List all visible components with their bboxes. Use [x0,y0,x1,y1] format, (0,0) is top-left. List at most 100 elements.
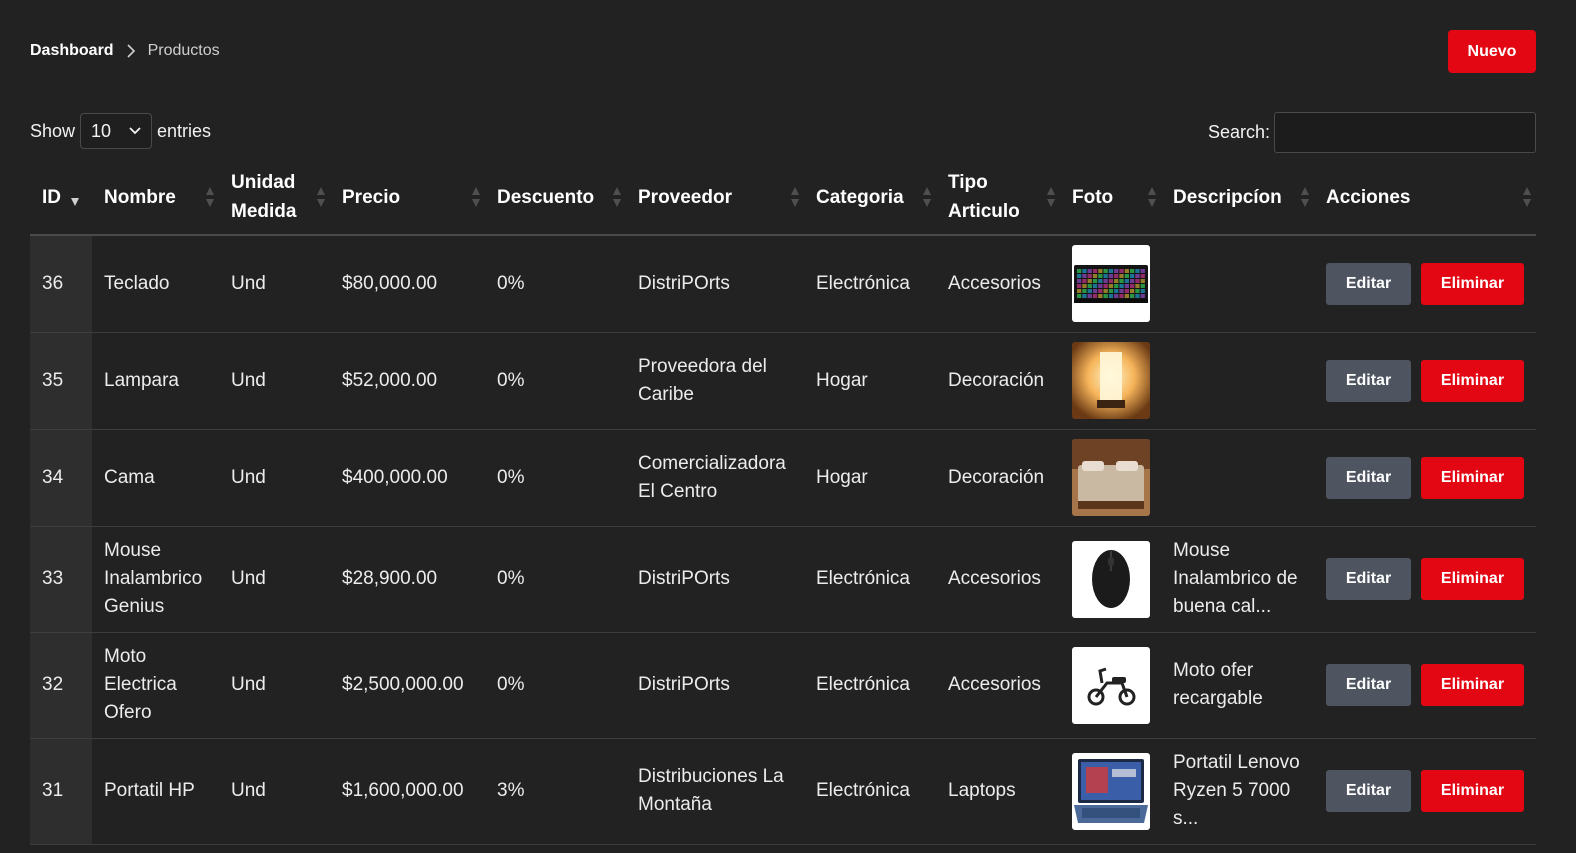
delete-button[interactable]: Eliminar [1421,359,1524,402]
table-row: 32 Moto Electrica Ofero Und $2,500,000.00 0%… [30,632,1536,739]
search-label: Search: [1207,122,1270,142]
product-photo[interactable] [1072,342,1150,419]
new-product-button[interactable]: Nuevo [1448,30,1536,73]
cell-precio: $80,000.00 [330,235,485,333]
cell-descuento: 0% [485,332,626,430]
cell-id: 33 [30,526,92,633]
table-header-row: ID Nombre Unidad Medida Precio Descuento Prov… [30,160,1536,236]
cell-foto [1060,235,1161,333]
column-header-acciones[interactable]: Acciones [1314,160,1536,236]
entries-label: entries [157,120,212,141]
sort-desc-icon[interactable] [70,186,80,208]
table-row: 34 Cama Und $400,000.00 0% Comercializadora E… [30,429,1536,527]
edit-button[interactable]: Editar [1326,456,1411,499]
cell-descuento: 0% [485,429,626,527]
cell-tipo: Accesorios [936,235,1060,333]
column-header-id[interactable]: ID [30,160,92,236]
cell-precio: $2,500,000.00 [330,632,485,739]
cell-nombre: Mouse Inalambrico Genius [92,526,219,633]
delete-button[interactable]: Eliminar [1421,558,1524,600]
entries-select[interactable]: 10 [80,113,153,149]
cell-unidad: Und [219,526,330,633]
column-header-label: Tipo Articulo [948,172,1020,222]
sort-icon[interactable] [922,186,932,208]
description-text: Portatil Lenovo Ryzen 5 7000 s... [1173,752,1300,829]
cell-tipo: Laptops [936,738,1060,845]
column-header-foto[interactable]: Foto [1060,160,1161,236]
column-header-descuento[interactable]: Descuento [485,160,626,236]
cell-descuento: 0% [485,235,626,333]
column-header-label: Nombre [104,186,176,208]
column-header-label: Descuento [497,186,595,208]
product-photo[interactable] [1072,439,1150,516]
product-photo[interactable] [1072,245,1150,323]
edit-button[interactable]: Editar [1326,359,1411,402]
product-photo[interactable] [1072,752,1150,830]
cell-foto [1060,429,1161,527]
cell-descripcion: Mouse Inalambrico de buena cal... [1161,526,1314,633]
cell-descripcion [1161,332,1314,430]
delete-button[interactable]: Eliminar [1421,262,1524,305]
column-header-label: Foto [1072,186,1114,208]
cell-unidad: Und [219,332,330,430]
products-page: Dashboard Productos Nuevo Show 10 entrie… [0,0,1576,853]
cell-tipo: Accesorios [936,632,1060,739]
edit-button[interactable]: Editar [1326,770,1411,812]
product-photo[interactable] [1072,540,1150,618]
sort-icon[interactable] [612,186,622,208]
table-row: 36 Teclado Und $80,000.00 0% DistriPOrts Elect… [30,235,1536,333]
sort-icon[interactable] [205,186,215,208]
cell-unidad: Und [219,429,330,527]
table-row: 31 Portatil HP Und $1,600,000.00 3% Distribuc… [30,738,1536,845]
breadcrumb-dashboard-link[interactable]: Dashboard [30,42,114,60]
sort-icon[interactable] [1522,186,1532,208]
cell-categoria: Hogar [804,429,936,527]
cell-foto [1060,526,1161,633]
sort-icon[interactable] [1046,186,1056,208]
description-text: Moto ofer recargable [1173,660,1263,709]
column-header-precio[interactable]: Precio [330,160,485,236]
cell-nombre: Teclado [92,235,219,333]
edit-button[interactable]: Editar [1326,262,1411,305]
edit-button[interactable]: Editar [1326,664,1411,706]
sort-icon[interactable] [1300,186,1310,208]
delete-button[interactable]: Eliminar [1421,664,1524,706]
delete-button[interactable]: Eliminar [1421,456,1524,499]
chevron-right-icon [114,42,148,60]
cell-proveedor: Distribuciones La Montaña [626,738,804,845]
description-text: Mouse Inalambrico de buena cal... [1173,540,1298,617]
search-input[interactable] [1274,112,1536,153]
cell-categoria: Electrónica [804,526,936,633]
cell-descuento: 3% [485,738,626,845]
cell-tipo: Decoración [936,332,1060,430]
table-row: 35 Lampara Und $52,000.00 0% Proveedora del C… [30,332,1536,430]
column-header-nombre[interactable]: Nombre [92,160,219,236]
table-body: 36 Teclado Und $80,000.00 0% DistriPOrts Elect… [30,235,1536,845]
column-header-tipo-articulo[interactable]: Tipo Articulo [936,160,1060,236]
column-header-proveedor[interactable]: Proveedor [626,160,804,236]
product-photo[interactable] [1072,646,1150,724]
cell-tipo: Accesorios [936,526,1060,633]
column-header-unidad-medida[interactable]: Unidad Medida [219,160,330,236]
sort-icon[interactable] [316,186,326,208]
entries-select-value: 10 [91,120,112,141]
column-header-descripcion[interactable]: Descripcíon [1161,160,1314,236]
sort-icon[interactable] [471,186,481,208]
cell-unidad: Und [219,632,330,739]
column-header-categoria[interactable]: Categoria [804,160,936,236]
sort-icon[interactable] [1147,186,1157,208]
cell-id: 36 [30,235,92,333]
sort-icon[interactable] [790,186,800,208]
delete-button[interactable]: Eliminar [1421,770,1524,812]
edit-button[interactable]: Editar [1326,558,1411,600]
entries-length-control: Show 10 entries [30,112,211,150]
cell-nombre: Lampara [92,332,219,430]
breadcrumb-current: Productos [147,42,220,59]
cell-categoria: Electrónica [804,235,936,333]
cell-proveedor: DistriPOrts [626,526,804,633]
cell-nombre: Portatil HP [92,738,219,845]
breadcrumb: Dashboard Productos [30,40,220,62]
products-table: ID Nombre Unidad Medida Precio Descuento Prov… [30,160,1536,845]
cell-descripcion: Moto ofer recargable [1161,632,1314,739]
table-search: Search: [1208,111,1536,154]
